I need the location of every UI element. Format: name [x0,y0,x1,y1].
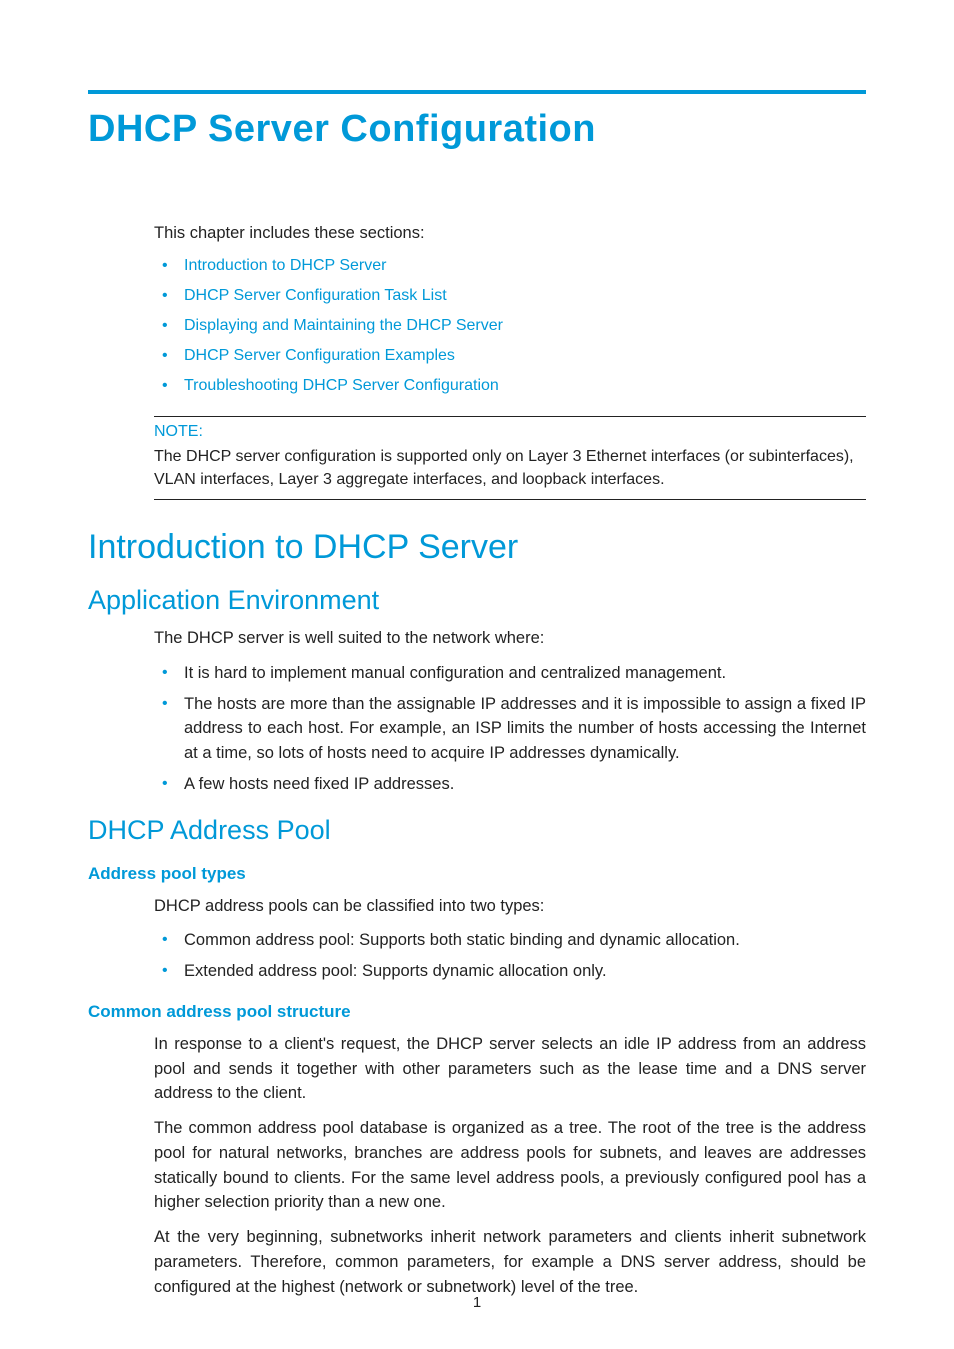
note-box: NOTE: The DHCP server configuration is s… [154,416,866,500]
appenv-list: It is hard to implement manual configura… [154,661,866,797]
list-item: Extended address pool: Supports dynamic … [154,959,866,984]
subsection-heading-pool: DHCP Address Pool [88,815,866,846]
pooltypes-list: Common address pool: Supports both stati… [154,928,866,984]
subsub-heading-structure: Common address pool structure [88,1002,866,1022]
appenv-lead: The DHCP server is well suited to the ne… [154,626,866,651]
toc-item: DHCP Server Configuration Examples [154,344,866,368]
list-item: The hosts are more than the assignable I… [154,692,866,766]
list-item: It is hard to implement manual configura… [154,661,866,686]
document-page: DHCP Server Configuration This chapter i… [0,0,954,1349]
toc-item: Introduction to DHCP Server [154,254,866,278]
toc-link-troubleshoot[interactable]: Troubleshooting DHCP Server Configuratio… [184,377,499,394]
note-label: NOTE: [154,423,866,441]
page-title: DHCP Server Configuration [88,108,866,151]
intro-text: This chapter includes these sections: [154,221,866,246]
structure-p1: In response to a client's request, the D… [154,1032,866,1106]
toc-link-examples[interactable]: DHCP Server Configuration Examples [184,347,455,364]
toc-link-display[interactable]: Displaying and Maintaining the DHCP Serv… [184,317,503,334]
structure-p3: At the very beginning, subnetworks inher… [154,1225,866,1299]
toc-item: Displaying and Maintaining the DHCP Serv… [154,314,866,338]
list-item: Common address pool: Supports both stati… [154,928,866,953]
toc-link-intro[interactable]: Introduction to DHCP Server [184,257,386,274]
pooltypes-lead: DHCP address pools can be classified int… [154,894,866,919]
toc-item: Troubleshooting DHCP Server Configuratio… [154,374,866,398]
toc-list: Introduction to DHCP Server DHCP Server … [154,254,866,398]
note-body: The DHCP server configuration is support… [154,445,866,491]
section-heading-intro: Introduction to DHCP Server [88,528,866,567]
toc-link-tasklist[interactable]: DHCP Server Configuration Task List [184,287,447,304]
structure-p2: The common address pool database is orga… [154,1116,866,1215]
subsection-heading-appenv: Application Environment [88,585,866,616]
list-item: A few hosts need fixed IP addresses. [154,772,866,797]
subsub-heading-types: Address pool types [88,864,866,884]
page-number: 1 [0,1294,954,1311]
toc-item: DHCP Server Configuration Task List [154,284,866,308]
title-rule [88,90,866,94]
